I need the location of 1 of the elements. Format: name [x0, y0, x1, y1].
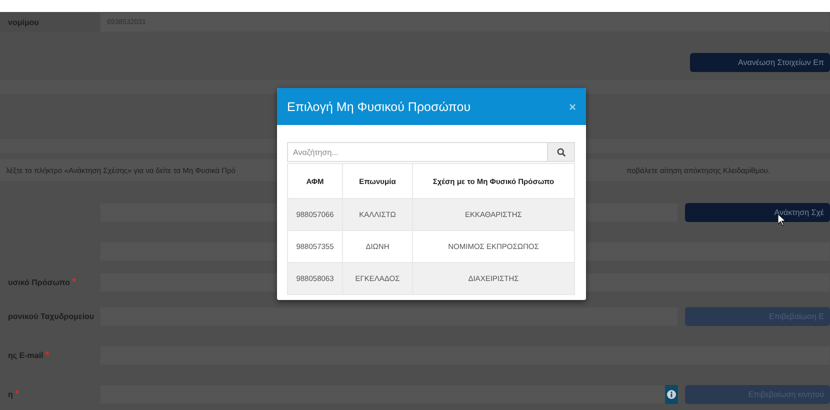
modal-title: Επιλογή Μη Φυσικού Προσώπου: [287, 100, 471, 114]
